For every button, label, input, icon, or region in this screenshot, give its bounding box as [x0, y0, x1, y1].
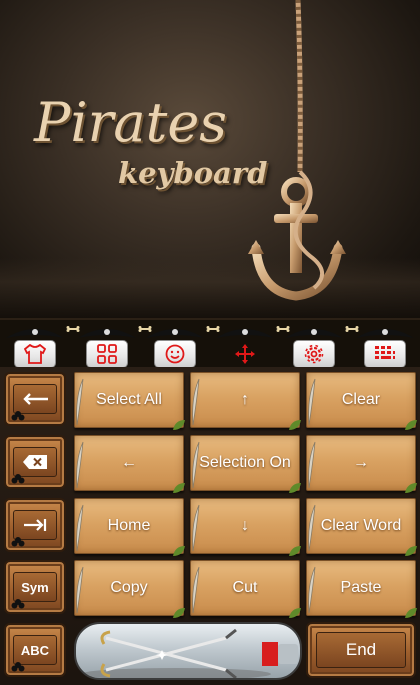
move-cursor-icon — [235, 344, 255, 364]
swords-in-bottle-icon — [81, 628, 298, 678]
backspace-key-face — [13, 384, 57, 414]
cannonballs-icon — [11, 537, 25, 547]
quill-icon — [308, 504, 316, 552]
quill-icon — [192, 566, 200, 614]
quill-icon — [192, 504, 200, 552]
paste-label: Paste — [340, 579, 382, 596]
down-arrow-label: ↓ — [241, 517, 249, 534]
arrow-left-icon — [23, 393, 48, 405]
tab-settings-button[interactable] — [293, 340, 335, 368]
quill-icon — [192, 378, 200, 426]
select-all-key[interactable]: Select All — [74, 372, 185, 430]
sym-key-label: Sym — [13, 572, 57, 602]
quill-icon — [76, 566, 84, 614]
leaf-decor-icon — [405, 546, 417, 556]
end-key[interactable]: End — [306, 622, 416, 678]
leaf-decor-icon — [173, 546, 185, 556]
leaf-decor-icon — [289, 483, 301, 493]
cannonballs-icon — [11, 474, 25, 484]
leaf-decor-icon — [289, 608, 301, 618]
quill-icon — [308, 378, 316, 426]
clear-word-label: Clear Word — [320, 517, 402, 534]
up-arrow-label: ↑ — [241, 391, 249, 408]
backspace-key[interactable] — [4, 372, 66, 426]
down-arrow-key[interactable]: ↓ — [190, 498, 301, 556]
right-arrow-key[interactable]: → — [306, 435, 417, 493]
tab-layouts-button[interactable] — [86, 340, 128, 368]
tab-cursor-edit-button[interactable] — [224, 340, 266, 368]
copy-label: Copy — [110, 579, 148, 596]
pirate-hat-icon — [6, 329, 64, 338]
selection-on-label: Selection On — [199, 454, 291, 471]
tab-theme[interactable] — [6, 328, 64, 368]
left-arrow-key[interactable]: ← — [74, 435, 185, 493]
clear-label: Clear — [341, 391, 381, 408]
grid-icon — [97, 344, 117, 364]
leaf-decor-icon — [405, 483, 417, 493]
cut-key[interactable]: Cut — [190, 560, 301, 618]
keypad-icon — [375, 346, 395, 359]
tab-layouts[interactable] — [78, 328, 136, 368]
clear-word-key[interactable]: Clear Word — [306, 498, 417, 556]
delete-x-icon — [23, 455, 47, 469]
abc-key-label: ABC — [13, 635, 57, 665]
tab-theme-button[interactable] — [14, 340, 56, 368]
select-all-label: Select All — [96, 391, 162, 408]
settings-gear-icon — [304, 344, 324, 364]
paste-key[interactable]: Paste — [306, 560, 417, 618]
quill-icon — [192, 441, 200, 489]
home-key[interactable]: Home — [74, 498, 185, 556]
cannonballs-icon — [11, 599, 25, 609]
leaf-decor-icon — [173, 420, 185, 430]
tab-key-face — [13, 510, 57, 540]
quill-icon — [76, 441, 84, 489]
copy-key[interactable]: Copy — [74, 560, 185, 618]
tab-arrow-icon — [24, 519, 47, 531]
editing-keyboard: Sym ABC Select All ↑ Clear ← Selection O… — [0, 367, 420, 685]
cannonballs-icon — [11, 662, 25, 672]
theme-hero-banner: Pirates keyboard — [0, 0, 420, 318]
leaf-decor-icon — [289, 420, 301, 430]
anchor-rope-icon — [248, 0, 346, 301]
smiley-icon — [165, 344, 185, 364]
cut-label: Cut — [232, 579, 258, 596]
delete-key-face — [13, 447, 57, 477]
delete-key[interactable] — [4, 435, 66, 489]
left-arrow-label: ← — [121, 454, 137, 471]
quill-icon — [76, 378, 84, 426]
toolbar-tab-row — [0, 318, 420, 368]
tab-cursor-edit[interactable] — [216, 328, 274, 368]
home-label: Home — [107, 517, 151, 534]
tab-settings[interactable] — [285, 328, 343, 368]
leaf-decor-icon — [405, 420, 417, 430]
end-key-label: End — [316, 632, 406, 668]
quill-icon — [308, 566, 316, 614]
up-arrow-key[interactable]: ↑ — [190, 372, 301, 430]
tab-emoji-button[interactable] — [154, 340, 196, 368]
pirate-hat-icon — [356, 329, 414, 338]
pirate-hat-icon — [285, 329, 343, 338]
right-arrow-label: → — [353, 454, 369, 471]
pirate-hat-icon — [146, 329, 204, 338]
tab-emoji[interactable] — [146, 328, 204, 368]
quill-icon — [308, 441, 316, 489]
leaf-decor-icon — [173, 608, 185, 618]
abc-key[interactable]: ABC — [4, 623, 66, 677]
tab-keypad[interactable] — [356, 328, 414, 368]
shirt-icon — [24, 344, 46, 364]
tab-key[interactable] — [4, 498, 66, 552]
pirate-hat-icon — [78, 329, 136, 338]
leaf-decor-icon — [405, 608, 417, 618]
tab-keypad-button[interactable] — [364, 340, 406, 368]
leaf-decor-icon — [289, 546, 301, 556]
clear-key[interactable]: Clear — [306, 372, 417, 430]
sym-key[interactable]: Sym — [4, 560, 66, 614]
cannonballs-icon — [11, 411, 25, 421]
selection-on-key[interactable]: Selection On — [190, 435, 301, 493]
leaf-decor-icon — [173, 483, 185, 493]
space-bar-bottle[interactable] — [74, 622, 302, 680]
pirate-hat-icon — [216, 329, 274, 338]
quill-icon — [76, 504, 84, 552]
